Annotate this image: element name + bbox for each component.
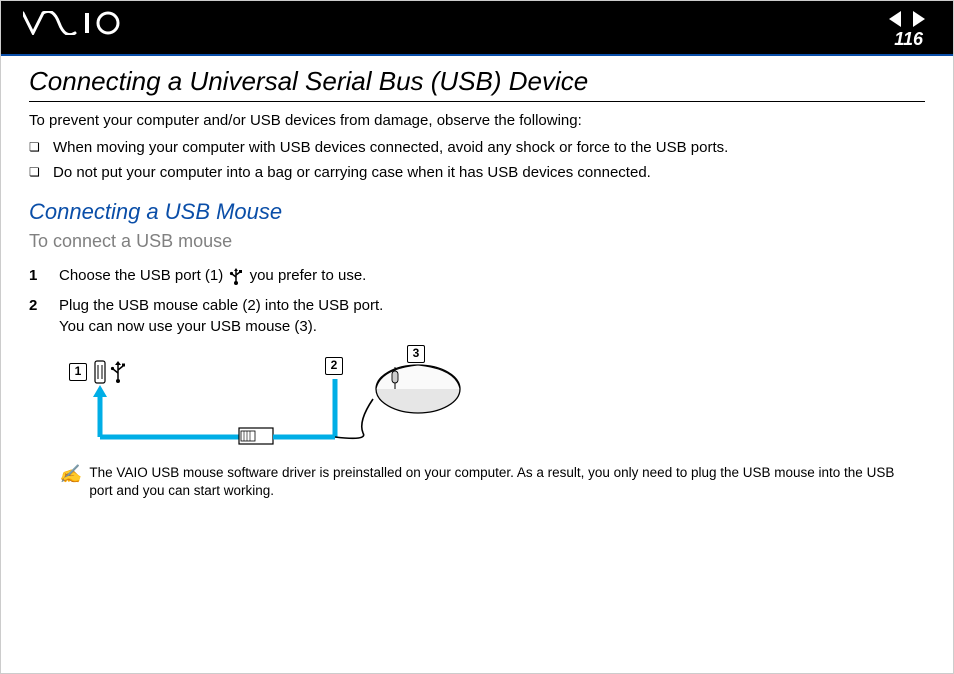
nav-arrows [889,11,925,27]
next-page-button[interactable] [913,11,925,27]
step-item: Plug the USB mouse cable (2) into the US… [29,296,925,337]
usb-mouse-diagram: 1 2 3 [63,351,483,456]
diagram-svg [63,351,483,456]
task-heading: To connect a USB mouse [29,231,925,252]
callout-3: 3 [407,345,425,363]
section-label: Using Peripheral Devices [767,57,923,72]
callout-1: 1 [69,363,87,381]
step-text-pre: Plug the USB mouse cable (2) into the US… [59,297,383,334]
bullet-list: When moving your computer with USB devic… [29,139,925,181]
step-item: Choose the USB port (1) you prefer to us… [29,266,925,286]
page-content: Connecting a Universal Serial Bus (USB) … [1,56,953,500]
prev-page-button[interactable] [889,11,901,27]
note: ✍ The VAIO USB mouse software driver is … [59,464,925,500]
step-text-pre: Choose the USB port (1) [59,267,227,284]
header-bar: 116 Using Peripheral Devices [1,1,953,54]
bullet-item: When moving your computer with USB devic… [29,139,925,156]
vaio-logo-svg [23,11,133,35]
lead-text: To prevent your computer and/or USB devi… [29,112,925,129]
subheading: Connecting a USB Mouse [29,199,925,225]
page-number: 116 [894,29,923,50]
callout-2: 2 [325,357,343,375]
step-text-post: you prefer to use. [245,267,366,284]
step-list: Choose the USB port (1) you prefer to us… [29,266,925,337]
note-text: The VAIO USB mouse software driver is pr… [89,464,905,500]
vaio-logo [23,11,133,35]
note-icon: ✍ [59,464,81,500]
usb-trident-icon [229,267,243,285]
bullet-item: Do not put your computer into a bag or c… [29,164,925,181]
